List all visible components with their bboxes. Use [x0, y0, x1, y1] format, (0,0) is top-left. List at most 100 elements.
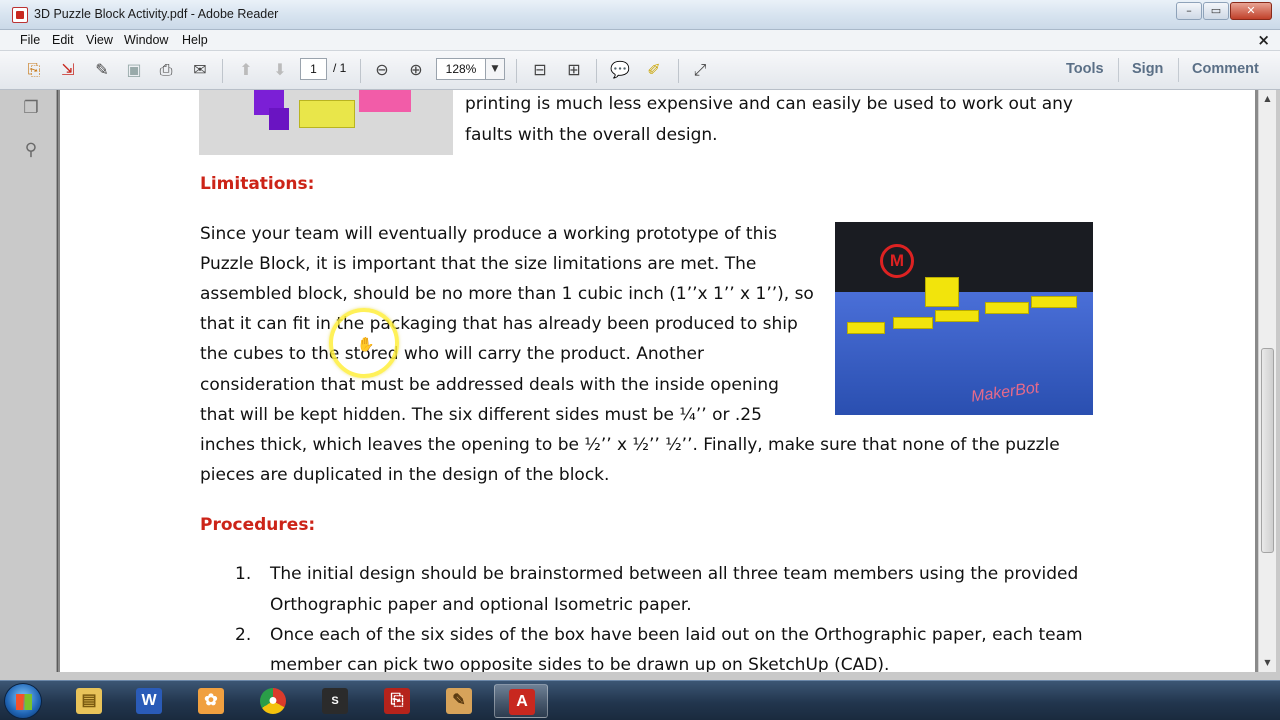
- close-document-button[interactable]: ×: [1257, 31, 1270, 49]
- zoom-dropdown-chevron-icon[interactable]: ▼: [485, 58, 505, 80]
- makerbot-printer-photo: M MakerBot: [835, 222, 1093, 415]
- hand-cursor-icon: ✋: [357, 337, 375, 353]
- taskbar-explorer[interactable]: ▤: [62, 684, 116, 718]
- procedure-number: 1.: [235, 564, 252, 584]
- procedure-text-line: The initial design should be brainstorme…: [270, 564, 1079, 584]
- procedure-text-line: Orthographic paper and optional Isometri…: [270, 595, 692, 615]
- export-icon[interactable]: ⇲: [56, 59, 80, 81]
- word-icon: W: [136, 688, 162, 714]
- print-icon[interactable]: ⎙: [154, 59, 178, 81]
- toolbar-separator: [678, 59, 679, 83]
- limitations-text-line: assembled block, should be no more than …: [200, 284, 814, 304]
- menu-file[interactable]: File: [20, 33, 40, 47]
- window-title: 3D Puzzle Block Activity.pdf - Adobe Rea…: [34, 7, 279, 21]
- menu-window[interactable]: Window: [124, 33, 168, 47]
- page-number-input[interactable]: 1: [300, 58, 327, 80]
- menu-view[interactable]: View: [86, 33, 113, 47]
- taskbar-acrobat[interactable]: ⎘: [370, 684, 424, 718]
- explorer-icon: ▤: [76, 688, 102, 714]
- limitations-text-line: inches thick, which leaves the opening t…: [200, 435, 1060, 455]
- limitations-text-line: pieces are duplicated in the design of t…: [200, 465, 610, 485]
- zoom-out-icon[interactable]: ⊖: [370, 59, 394, 81]
- printed-piece: [935, 310, 979, 322]
- toolbar-separator: [1178, 58, 1179, 82]
- procedure-text-line: member can pick two opposite sides to be…: [270, 655, 890, 672]
- minimize-button[interactable]: –: [1176, 2, 1202, 20]
- toolbar-separator: [516, 59, 517, 83]
- acrobat-icon: ⎘: [384, 688, 410, 714]
- menu-bar: File Edit View Window Help ×: [0, 30, 1280, 51]
- limitations-text-line: the cubes to the stored who will carry t…: [200, 344, 704, 364]
- toolbar-separator: [596, 59, 597, 83]
- scrollbar-thumb[interactable]: [1261, 348, 1274, 553]
- document-viewport[interactable]: printing is much less expensive and can …: [58, 90, 1258, 672]
- window-frame: [1276, 90, 1280, 680]
- procedure-text-line: Once each of the six sides of the box ha…: [270, 625, 1083, 645]
- taskbar-adobe-reader[interactable]: A: [494, 684, 548, 718]
- procedures-heading: Procedures:: [200, 515, 316, 535]
- next-page-icon[interactable]: ⬇: [268, 59, 292, 81]
- window-frame: [0, 672, 1280, 680]
- fit-page-icon[interactable]: ⊟: [528, 59, 552, 81]
- taskbar-chrome[interactable]: ●: [246, 684, 300, 718]
- procedure-number: 2.: [235, 625, 252, 645]
- title-bar: 3D Puzzle Block Activity.pdf - Adobe Rea…: [0, 0, 1280, 30]
- taskbar-word[interactable]: W: [122, 684, 176, 718]
- windows-logo-icon: [16, 694, 32, 710]
- fit-width-icon[interactable]: ⊞: [562, 59, 586, 81]
- toolbar-separator: [1118, 58, 1119, 82]
- sketch-icon: ✎: [446, 688, 472, 714]
- limitations-text-line: Puzzle Block, it is important that the s…: [200, 254, 757, 274]
- comment-pane-button[interactable]: Comment: [1192, 61, 1259, 77]
- comment-icon[interactable]: 💬: [608, 59, 632, 81]
- toolbar-separator: [360, 59, 361, 83]
- printed-cube: [925, 277, 959, 307]
- tools-pane-button[interactable]: Tools: [1066, 61, 1104, 77]
- pdf-page: printing is much less expensive and can …: [60, 90, 1255, 672]
- zoom-input[interactable]: 128%: [436, 58, 486, 80]
- page-thumbnails-icon[interactable]: ❐: [20, 98, 42, 122]
- intro-text-line: faults with the overall design.: [465, 125, 718, 145]
- create-pdf-icon[interactable]: ⎘: [22, 59, 46, 81]
- window-controls: – ▭ ✕: [1176, 2, 1272, 20]
- menu-help[interactable]: Help: [182, 33, 208, 47]
- intro-text-line: printing is much less expensive and can …: [465, 94, 1073, 114]
- taskbar-sketch[interactable]: ✎: [432, 684, 486, 718]
- save-icon[interactable]: ▣: [122, 59, 146, 81]
- navigation-pane: ❐ ⚲: [0, 90, 57, 680]
- attachments-paperclip-icon[interactable]: ⚲: [20, 140, 42, 164]
- vertical-scrollbar[interactable]: ▲ ▼: [1258, 90, 1276, 672]
- prev-page-icon[interactable]: ⬆: [234, 59, 258, 81]
- toolbar-separator: [222, 59, 223, 83]
- taskbar-snagit[interactable]: S: [308, 684, 362, 718]
- edit-icon[interactable]: ✎: [90, 59, 114, 81]
- taskbar-paint[interactable]: ✿: [184, 684, 238, 718]
- email-icon[interactable]: ✉: [188, 59, 212, 81]
- limitations-text-line: Since your team will eventually produce …: [200, 224, 777, 244]
- maximize-button[interactable]: ▭: [1203, 2, 1229, 20]
- fullscreen-icon[interactable]: ⤢: [688, 59, 712, 81]
- snagit-icon: S: [322, 688, 348, 714]
- zoom-in-icon[interactable]: ⊕: [404, 59, 428, 81]
- adobe-reader-icon: A: [509, 689, 535, 715]
- paint-icon: ✿: [198, 688, 224, 714]
- chrome-icon: ●: [260, 688, 286, 714]
- highlight-icon[interactable]: ✐: [642, 59, 666, 81]
- sign-pane-button[interactable]: Sign: [1132, 61, 1163, 77]
- windows-taskbar: ▤ W ✿ ● S ⎘ ✎ A: [0, 680, 1280, 720]
- limitations-text-line: that it can fit in the packaging that ha…: [200, 314, 798, 334]
- printed-piece: [1031, 296, 1077, 308]
- adobe-reader-app-icon: [12, 7, 28, 23]
- limitations-text-line: consideration that must be addressed dea…: [200, 375, 779, 395]
- limitations-text-line: that will be kept hidden. The six differ…: [200, 405, 762, 425]
- puzzle-pieces-image: [199, 90, 453, 155]
- close-window-button[interactable]: ✕: [1230, 2, 1272, 20]
- page-total: / 1: [333, 61, 347, 75]
- limitations-heading: Limitations:: [200, 174, 315, 194]
- scroll-up-arrow-icon[interactable]: ▲: [1259, 90, 1276, 107]
- start-button[interactable]: [4, 683, 42, 719]
- scroll-down-arrow-icon[interactable]: ▼: [1259, 654, 1276, 671]
- makerbot-logo: M: [880, 244, 914, 278]
- menu-edit[interactable]: Edit: [52, 33, 74, 47]
- printed-piece: [985, 302, 1029, 314]
